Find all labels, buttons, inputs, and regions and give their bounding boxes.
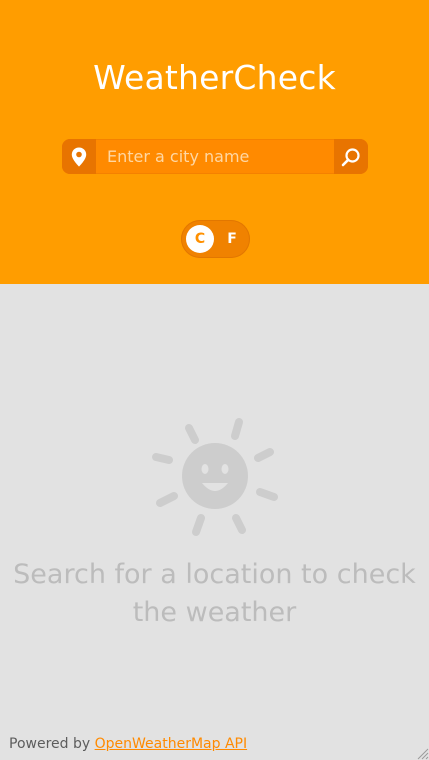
- footer: Powered by OpenWeatherMap API: [9, 736, 247, 752]
- unit-fahrenheit-option[interactable]: F: [218, 225, 246, 253]
- search-button[interactable]: [334, 139, 368, 174]
- unit-toggle[interactable]: C F: [181, 220, 250, 258]
- sun-face-icon: [152, 418, 278, 536]
- header: WeatherCheck C F: [0, 0, 429, 284]
- openweathermap-link[interactable]: OpenWeatherMap API: [95, 736, 247, 752]
- magnifier-icon: [341, 147, 360, 166]
- city-search-input[interactable]: [96, 139, 332, 174]
- unit-celsius-option[interactable]: C: [186, 225, 214, 253]
- empty-state-message: Search for a location to check the weath…: [13, 559, 416, 628]
- app-title: WeatherCheck: [93, 58, 336, 97]
- location-pin-icon: [62, 139, 96, 174]
- resize-grip-icon[interactable]: [415, 746, 429, 760]
- footer-prefix: Powered by: [9, 736, 91, 752]
- search-bar: [62, 139, 368, 174]
- app-root: WeatherCheck C F: [0, 0, 429, 760]
